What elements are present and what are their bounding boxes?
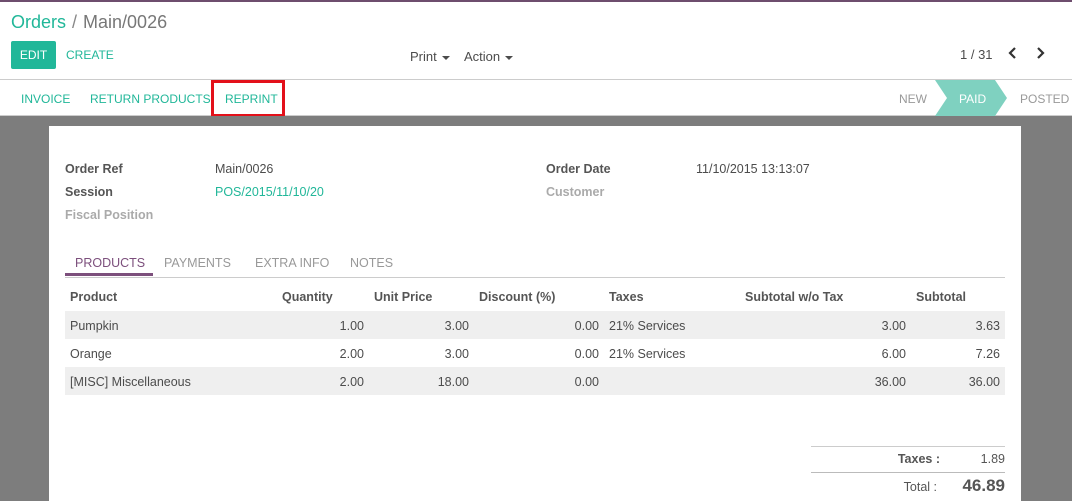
cell-subtotal: 36.00 [968,375,1000,389]
create-button[interactable]: CREATE [66,48,114,62]
cell-subtotal-wo-tax: 36.00 [874,375,906,389]
table-row[interactable]: [MISC] Miscellaneous 2.00 18.00 0.00 36.… [65,367,1005,395]
cell-subtotal: 7.26 [975,347,1000,361]
cell-product: [MISC] Miscellaneous [70,375,191,389]
cell-discount: 0.00 [574,375,599,389]
tab-payments[interactable]: PAYMENTS [164,256,231,270]
chevron-right-icon[interactable] [1034,46,1046,63]
column-header-quantity[interactable]: Quantity [282,290,333,304]
column-header-product[interactable]: Product [70,290,117,304]
tab-products[interactable]: PRODUCTS [75,256,145,270]
order-ref-value: Main/0026 [215,162,274,176]
session-link[interactable]: POS/2015/11/10/20 [215,185,324,199]
taxes-value: 1.89 [980,452,1005,466]
cell-discount: 0.00 [574,347,599,361]
cell-discount: 0.00 [574,319,599,333]
cell-product: Orange [70,347,112,361]
status-new[interactable]: NEW [899,92,927,106]
customer-label: Customer [546,185,605,199]
order-ref-label: Order Ref [65,162,123,176]
column-header-unit-price[interactable]: Unit Price [374,290,432,304]
order-date-value: 11/10/2015 13:13:07 [696,162,810,176]
column-header-subtotal[interactable]: Subtotal [916,290,966,304]
session-label: Session [65,185,113,199]
edit-button[interactable]: EDIT [11,41,56,69]
tab-extra-info[interactable]: EXTRA INFO [255,256,329,270]
notebook-tabs: PRODUCTS PAYMENTS EXTRA INFO NOTES [65,250,1005,278]
reprint-highlight-box [211,80,285,117]
form-header-bar: INVOICE RETURN PRODUCTS REPRINT NEW PAID… [0,79,1072,117]
caret-down-icon [505,55,514,60]
breadcrumb-separator: / [72,12,78,32]
action-label: Action [464,49,501,64]
cell-quantity: 1.00 [339,319,364,333]
action-dropdown[interactable]: Action [464,49,514,64]
pager-value[interactable]: 1 / 31 [960,47,993,62]
status-paid-label: PAID [959,92,987,106]
breadcrumb-orders-link[interactable]: Orders [11,12,66,32]
cell-subtotal: 3.63 [975,319,1000,333]
total-value: 46.89 [962,476,1005,495]
column-header-discount[interactable]: Discount (%) [479,290,555,304]
form-sheet: Order Ref Main/0026 Session POS/2015/11/… [49,126,1021,501]
cell-product: Pumpkin [70,319,119,333]
totals-divider [811,446,1005,447]
order-date-label: Order Date [546,162,611,176]
fiscal-position-label: Fiscal Position [65,208,154,222]
status-posted[interactable]: POSTED [1020,92,1069,106]
totals-divider [811,472,1005,473]
cell-quantity: 2.00 [339,375,364,389]
control-panel: Orders / Main/0026 EDIT CREATE Print Actio… [0,2,1072,79]
cell-subtotal-wo-tax: 3.00 [881,319,906,333]
table-row[interactable]: Orange 2.00 3.00 0.00 21% Services 6.00 … [65,339,1005,367]
cell-unit-price: 3.00 [444,319,469,333]
return-products-button[interactable]: RETURN PRODUCTS [90,92,211,106]
status-paid[interactable]: PAID [935,80,1007,116]
tab-notes[interactable]: NOTES [350,256,393,270]
active-tab-underline [65,273,153,276]
print-label: Print [410,49,437,64]
table-row[interactable]: Pumpkin 1.00 3.00 0.00 21% Services 3.00… [65,311,1005,339]
cell-subtotal-wo-tax: 6.00 [881,347,906,361]
cell-unit-price: 18.00 [437,375,469,389]
taxes-label: Taxes : [897,452,940,466]
cell-quantity: 2.00 [339,347,364,361]
invoice-button[interactable]: INVOICE [21,92,70,106]
cell-taxes: 21% Services [609,319,686,333]
print-dropdown[interactable]: Print [410,49,450,64]
breadcrumb: Orders / Main/0026 [11,12,167,33]
chevron-left-icon[interactable] [1007,46,1019,63]
caret-down-icon [441,55,450,60]
column-header-taxes[interactable]: Taxes [609,290,644,304]
breadcrumb-current: Main/0026 [83,12,168,32]
total-label: Total : [903,480,937,494]
column-header-subtotal-wo-tax[interactable]: Subtotal w/o Tax [745,290,843,304]
cell-taxes: 21% Services [609,347,686,361]
cell-unit-price: 3.00 [444,347,469,361]
